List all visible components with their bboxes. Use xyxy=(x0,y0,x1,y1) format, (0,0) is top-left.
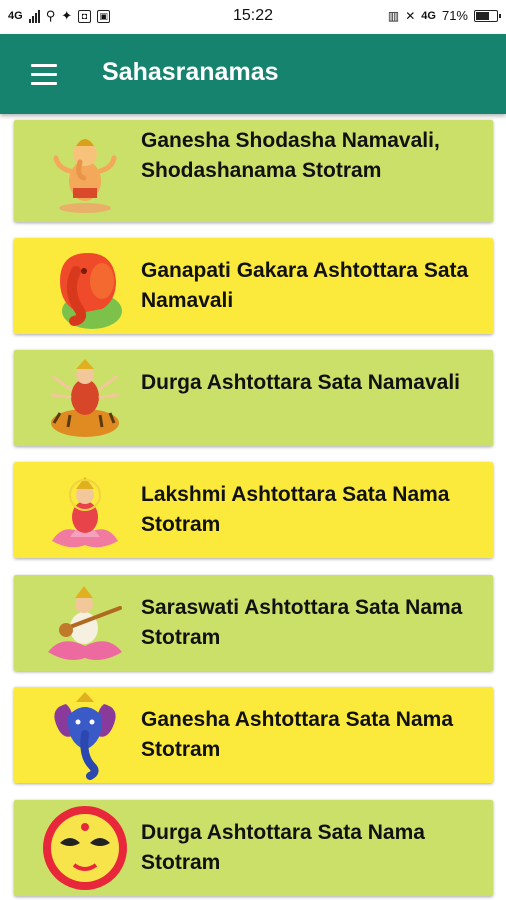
list-item[interactable]: Lakshmi Ashtottara Sata Nama Stotram xyxy=(14,462,493,558)
list-item[interactable]: Durga Ashtottara Sata Namavali xyxy=(14,350,493,446)
app-bar: Sahasranamas xyxy=(0,34,506,114)
list-item[interactable]: Ganesha Ashtottara Sata Nama Stotram xyxy=(14,687,493,783)
page-title: Sahasranamas xyxy=(102,58,279,86)
network-type-right: 4G xyxy=(421,9,436,22)
durga-on-tiger-icon xyxy=(50,359,120,437)
list-item[interactable]: Durga Ashtottara Sata Nama Stotram xyxy=(14,800,493,896)
battery-icon xyxy=(474,9,501,22)
hamburger-menu-icon[interactable] xyxy=(31,64,59,86)
list-item[interactable]: Ganesha Shodasha Namavali, Shodashanama … xyxy=(14,120,493,222)
list-item-title: Ganapati Gakara Ashtottara Sata Namavali xyxy=(141,259,469,312)
red-ganesha-icon xyxy=(60,253,122,329)
status-bar: 4G ⚲ ✦ ◘ ▣ 15:22 ▥ ✕ 4G 71% xyxy=(0,0,506,34)
list-item-title: Saraswati Ashtottara Sata Nama Stotram xyxy=(141,596,463,649)
durga-face-icon xyxy=(43,806,127,890)
stotram-list[interactable]: Ganesha Shodasha Namavali, Shodashanama … xyxy=(0,114,506,900)
vibrate-icon: ▥ xyxy=(387,8,400,23)
blue-ganesha-icon xyxy=(54,692,116,780)
list-item-title: Ganesha Shodasha Namavali, Shodashanama … xyxy=(141,129,440,182)
list-item-title: Lakshmi Ashtottara Sata Nama Stotram xyxy=(141,483,450,536)
no-sim-icon: ✕ xyxy=(405,8,416,23)
list-item-title: Durga Ashtottara Sata Namavali xyxy=(141,371,460,394)
list-item-title: Durga Ashtottara Sata Nama Stotram xyxy=(141,821,425,874)
ganesha-deity-icon xyxy=(53,139,117,213)
list-item[interactable]: Saraswati Ashtottara Sata Nama Stotram xyxy=(14,575,493,671)
saraswati-with-veena-icon xyxy=(48,586,122,660)
list-item-title: Ganesha Ashtottara Sata Nama Stotram xyxy=(141,708,453,761)
lakshmi-on-lotus-icon xyxy=(52,477,118,548)
battery-percent: 71% xyxy=(441,8,468,23)
list-item[interactable]: Ganapati Gakara Ashtottara Sata Namavali xyxy=(14,238,493,334)
